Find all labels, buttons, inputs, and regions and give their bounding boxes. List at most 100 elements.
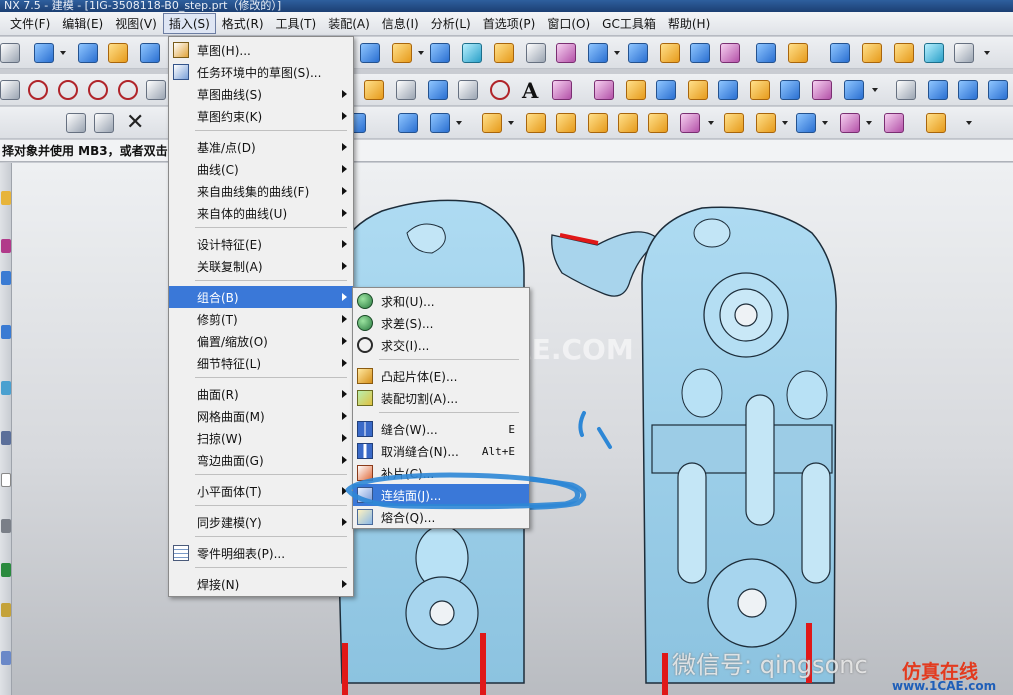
menu-item-emboss-sheet[interactable]: 凸起片体(E)... bbox=[353, 365, 529, 387]
pad-icon[interactable] bbox=[462, 43, 482, 63]
sweep-icon[interactable] bbox=[660, 43, 680, 63]
roles-icon[interactable] bbox=[1, 603, 11, 617]
intersection-curve-icon[interactable] bbox=[626, 80, 646, 100]
bridge-curve-icon[interactable] bbox=[718, 80, 738, 100]
cylinder-icon[interactable] bbox=[78, 43, 98, 63]
sketch-profile-icon[interactable] bbox=[146, 80, 166, 100]
menu-item-associative-copy[interactable]: 关联复制(A) bbox=[169, 255, 353, 277]
mesh-surface-icon[interactable] bbox=[958, 80, 978, 100]
menu-item-task-sketch[interactable]: 任务环境中的草图(S)... bbox=[169, 61, 353, 83]
section-curve-icon[interactable] bbox=[656, 80, 676, 100]
pocket-icon[interactable] bbox=[430, 43, 450, 63]
quick-trim-icon[interactable] bbox=[58, 80, 78, 100]
scale-body-icon[interactable] bbox=[954, 43, 974, 63]
menu-item-curve[interactable]: 曲线(C) bbox=[169, 158, 353, 180]
block-icon[interactable] bbox=[34, 43, 54, 63]
wave-link-icon[interactable] bbox=[724, 113, 744, 133]
menu-item-sketch-constraint[interactable]: 草图约束(K) bbox=[169, 105, 353, 127]
menu-item-design-feature[interactable]: 设计特征(E) bbox=[169, 233, 353, 255]
interference-icon[interactable] bbox=[756, 113, 776, 133]
menu-item-offset-scale[interactable]: 偏置/缩放(O) bbox=[169, 330, 353, 352]
arc-icon[interactable] bbox=[28, 80, 48, 100]
menu-insert[interactable]: 插入(S) bbox=[162, 13, 216, 34]
studio-surface-icon[interactable] bbox=[988, 80, 1008, 100]
ruled-surface-icon[interactable] bbox=[928, 80, 948, 100]
through-curves-icon[interactable] bbox=[896, 80, 916, 100]
thread-icon[interactable] bbox=[690, 43, 710, 63]
mate-icon[interactable] bbox=[556, 113, 576, 133]
unite-toolbar-icon[interactable] bbox=[756, 43, 776, 63]
exploded-view-icon[interactable] bbox=[680, 113, 700, 133]
text-tool-icon[interactable]: A bbox=[522, 78, 538, 103]
menu-item-curve-from-curves[interactable]: 来自曲线集的曲线(F) bbox=[169, 180, 353, 202]
hole-icon[interactable] bbox=[360, 43, 380, 63]
part-navigator-icon[interactable] bbox=[1, 271, 11, 285]
slot-icon[interactable] bbox=[494, 43, 514, 63]
offset-face-icon[interactable] bbox=[924, 43, 944, 63]
spline-icon[interactable] bbox=[458, 80, 478, 100]
assembly-navigator-icon[interactable] bbox=[1, 191, 11, 205]
menu-item-surface[interactable]: 曲面(R) bbox=[169, 383, 353, 405]
menu-item-mesh-surface[interactable]: 网格曲面(M) bbox=[169, 405, 353, 427]
constraint-navigator-icon[interactable] bbox=[1, 239, 11, 253]
menu-item-datum-point[interactable]: 基准/点(D) bbox=[169, 136, 353, 158]
menu-tools[interactable]: 工具(T) bbox=[270, 13, 323, 34]
clearance-icon[interactable] bbox=[796, 113, 816, 133]
mirror-assembly-icon[interactable] bbox=[648, 113, 668, 133]
reposition-icon[interactable] bbox=[588, 113, 608, 133]
constraint-icon[interactable] bbox=[526, 113, 546, 133]
copy-icon[interactable] bbox=[66, 113, 86, 133]
palettes-icon[interactable] bbox=[1, 651, 11, 665]
menu-edit[interactable]: 编辑(E) bbox=[56, 13, 109, 34]
menu-item-sweep[interactable]: 扫掠(W) bbox=[169, 427, 353, 449]
mirror-icon[interactable] bbox=[720, 43, 740, 63]
menu-item-curve-from-bodies[interactable]: 来自体的曲线(U) bbox=[169, 202, 353, 224]
subtract-toolbar-icon[interactable] bbox=[788, 43, 808, 63]
quick-extend-icon[interactable] bbox=[88, 80, 108, 100]
wcs-icon[interactable] bbox=[398, 113, 418, 133]
point-icon[interactable] bbox=[364, 80, 384, 100]
menu-item-trim[interactable]: 修剪(T) bbox=[169, 308, 353, 330]
new-file-icon[interactable] bbox=[0, 43, 20, 63]
circle-icon[interactable] bbox=[428, 80, 448, 100]
emboss-icon[interactable] bbox=[628, 43, 648, 63]
paste-icon[interactable] bbox=[94, 113, 114, 133]
groove-icon[interactable] bbox=[526, 43, 546, 63]
menu-item-facet-body[interactable]: 小平面体(T) bbox=[169, 480, 353, 502]
boss-icon[interactable] bbox=[392, 43, 412, 63]
instance-icon[interactable] bbox=[588, 43, 608, 63]
menu-item-subtract[interactable]: 求差(S)... bbox=[353, 312, 529, 334]
history-icon[interactable] bbox=[1, 431, 11, 445]
rectangle-icon[interactable] bbox=[396, 80, 416, 100]
split-body-icon[interactable] bbox=[894, 43, 914, 63]
add-component-icon[interactable] bbox=[482, 113, 502, 133]
extrude-icon[interactable] bbox=[108, 43, 128, 63]
isoparametric-curve-icon[interactable] bbox=[844, 80, 864, 100]
combined-curve-icon[interactable] bbox=[750, 80, 770, 100]
smart-model-icon[interactable] bbox=[884, 113, 904, 133]
menu-file[interactable]: 文件(F) bbox=[4, 13, 56, 34]
menu-item-unsew[interactable]: 取消缝合(N)... Alt+E bbox=[353, 440, 529, 462]
menu-item-synchronous-modeling[interactable]: 同步建模(Y) bbox=[169, 511, 353, 533]
routing-icon[interactable] bbox=[926, 113, 946, 133]
sequence-icon[interactable] bbox=[840, 113, 860, 133]
menu-information[interactable]: 信息(I) bbox=[376, 13, 425, 34]
nx5-feature-icon[interactable] bbox=[556, 43, 576, 63]
menu-item-flange-surface[interactable]: 弯边曲面(G) bbox=[169, 449, 353, 471]
menu-item-intersect[interactable]: 求交(I)... bbox=[353, 334, 529, 356]
project-curve-icon[interactable] bbox=[594, 80, 614, 100]
move-object-icon[interactable] bbox=[430, 113, 450, 133]
reuse-library-icon[interactable] bbox=[1, 325, 11, 339]
menu-item-weld[interactable]: 焊接(N) bbox=[169, 573, 353, 595]
wrap-curve-icon[interactable] bbox=[780, 80, 800, 100]
extract-curve-icon[interactable] bbox=[688, 80, 708, 100]
trim-body-icon[interactable] bbox=[862, 43, 882, 63]
menu-item-sew[interactable]: 缝合(W)... E bbox=[353, 418, 529, 440]
intersect-toolbar-icon[interactable] bbox=[830, 43, 850, 63]
menu-window[interactable]: 窗口(O) bbox=[541, 13, 596, 34]
web-browser-icon[interactable] bbox=[1, 381, 11, 395]
system-materials-icon[interactable] bbox=[1, 473, 11, 487]
delete-icon[interactable]: ✕ bbox=[126, 110, 144, 135]
fillet-curve-icon[interactable] bbox=[118, 80, 138, 100]
revolve-icon[interactable] bbox=[140, 43, 160, 63]
